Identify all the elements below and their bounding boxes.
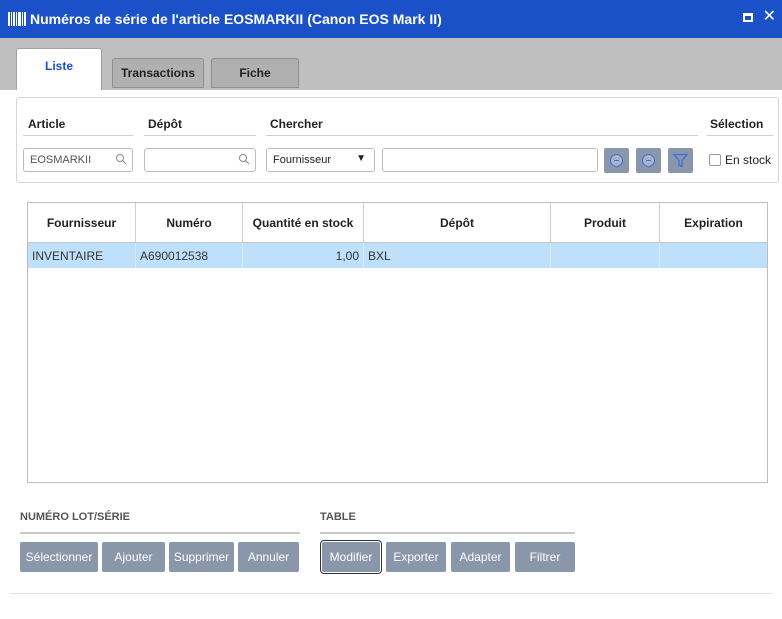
- reset-search-button[interactable]: [636, 148, 661, 173]
- delete-button[interactable]: Supprimer: [169, 542, 234, 572]
- article-label: Article: [28, 117, 66, 131]
- dropdown-arrow-icon: ▼: [356, 153, 366, 164]
- cell-quantite: 1,00: [243, 243, 364, 268]
- add-button[interactable]: Ajouter: [102, 542, 165, 572]
- filter-funnel-icon: [673, 153, 688, 168]
- window-title: Numéros de série de l'article EOSMARKII …: [30, 11, 442, 27]
- tab-liste[interactable]: Liste: [16, 48, 102, 91]
- export-button[interactable]: Exporter: [386, 542, 446, 572]
- circle-minus-icon: [610, 154, 623, 167]
- cancel-button[interactable]: Annuler: [238, 542, 299, 572]
- chercher-select-value: Fournisseur: [273, 154, 332, 166]
- tab-bar: Liste Transactions Fiche: [0, 38, 782, 91]
- lot-section-divider: [20, 532, 300, 534]
- tab-transactions[interactable]: Transactions: [112, 58, 204, 88]
- search-icon[interactable]: [115, 153, 127, 165]
- en-stock-checkbox[interactable]: En stock: [709, 153, 771, 167]
- circle-minus-icon: [642, 154, 655, 167]
- depot-label: Dépôt: [148, 117, 182, 131]
- table-header: Fournisseur Numéro Quantité en stock Dép…: [28, 203, 767, 243]
- cell-expiration: [660, 243, 767, 268]
- column-header-fournisseur[interactable]: Fournisseur: [28, 203, 136, 242]
- lot-section-title: NUMÉRO LOT/SÉRIE: [20, 511, 131, 523]
- column-header-quantite[interactable]: Quantité en stock: [243, 203, 364, 242]
- chercher-label: Chercher: [270, 117, 323, 131]
- tab-fiche[interactable]: Fiche: [211, 58, 299, 88]
- column-header-numero[interactable]: Numéro: [136, 203, 243, 242]
- selection-underline: [707, 135, 773, 136]
- chercher-input[interactable]: [382, 148, 598, 172]
- filter-panel: Article EOSMARKII Dépôt Chercher Fournis…: [16, 97, 779, 183]
- table-section-divider: [320, 532, 575, 534]
- adapt-button[interactable]: Adapter: [451, 542, 510, 572]
- en-stock-label: En stock: [725, 153, 772, 167]
- footer-divider: [10, 593, 772, 594]
- cell-produit: [551, 243, 660, 268]
- column-header-expiration[interactable]: Expiration: [660, 203, 767, 242]
- modify-button[interactable]: Modifier: [320, 540, 382, 574]
- selection-label: Sélection: [710, 117, 764, 131]
- window-titlebar: Numéros de série de l'article EOSMARKII …: [0, 0, 782, 38]
- column-header-depot[interactable]: Dépôt: [364, 203, 551, 242]
- search-icon[interactable]: [238, 153, 250, 165]
- checkbox-box[interactable]: [709, 154, 721, 166]
- cell-numero: A690012538: [136, 243, 243, 268]
- depot-underline: [144, 135, 256, 136]
- article-value: EOSMARKII: [30, 154, 92, 166]
- depot-field[interactable]: [144, 148, 256, 172]
- serial-numbers-table: Fournisseur Numéro Quantité en stock Dép…: [27, 202, 768, 483]
- article-field[interactable]: EOSMARKII: [23, 148, 133, 172]
- article-underline: [23, 135, 133, 136]
- restore-icon[interactable]: [742, 12, 753, 22]
- table-section-title: TABLE: [320, 511, 356, 523]
- cell-depot: BXL: [364, 243, 551, 268]
- close-icon[interactable]: ✕: [763, 9, 776, 25]
- table-row[interactable]: INVENTAIRE A690012538 1,00 BXL: [28, 243, 767, 268]
- chercher-underline: [266, 135, 698, 136]
- column-header-produit[interactable]: Produit: [551, 203, 660, 242]
- clear-search-button[interactable]: [604, 148, 629, 173]
- select-button[interactable]: Sélectionner: [20, 542, 98, 572]
- barcode-icon: [8, 12, 26, 26]
- cell-fournisseur: INVENTAIRE: [28, 243, 136, 268]
- filter-table-button[interactable]: Filtrer: [515, 542, 575, 572]
- main-content: Article EOSMARKII Dépôt Chercher Fournis…: [0, 90, 782, 619]
- chercher-select[interactable]: Fournisseur ▼: [266, 148, 375, 172]
- filter-button[interactable]: [668, 148, 693, 173]
